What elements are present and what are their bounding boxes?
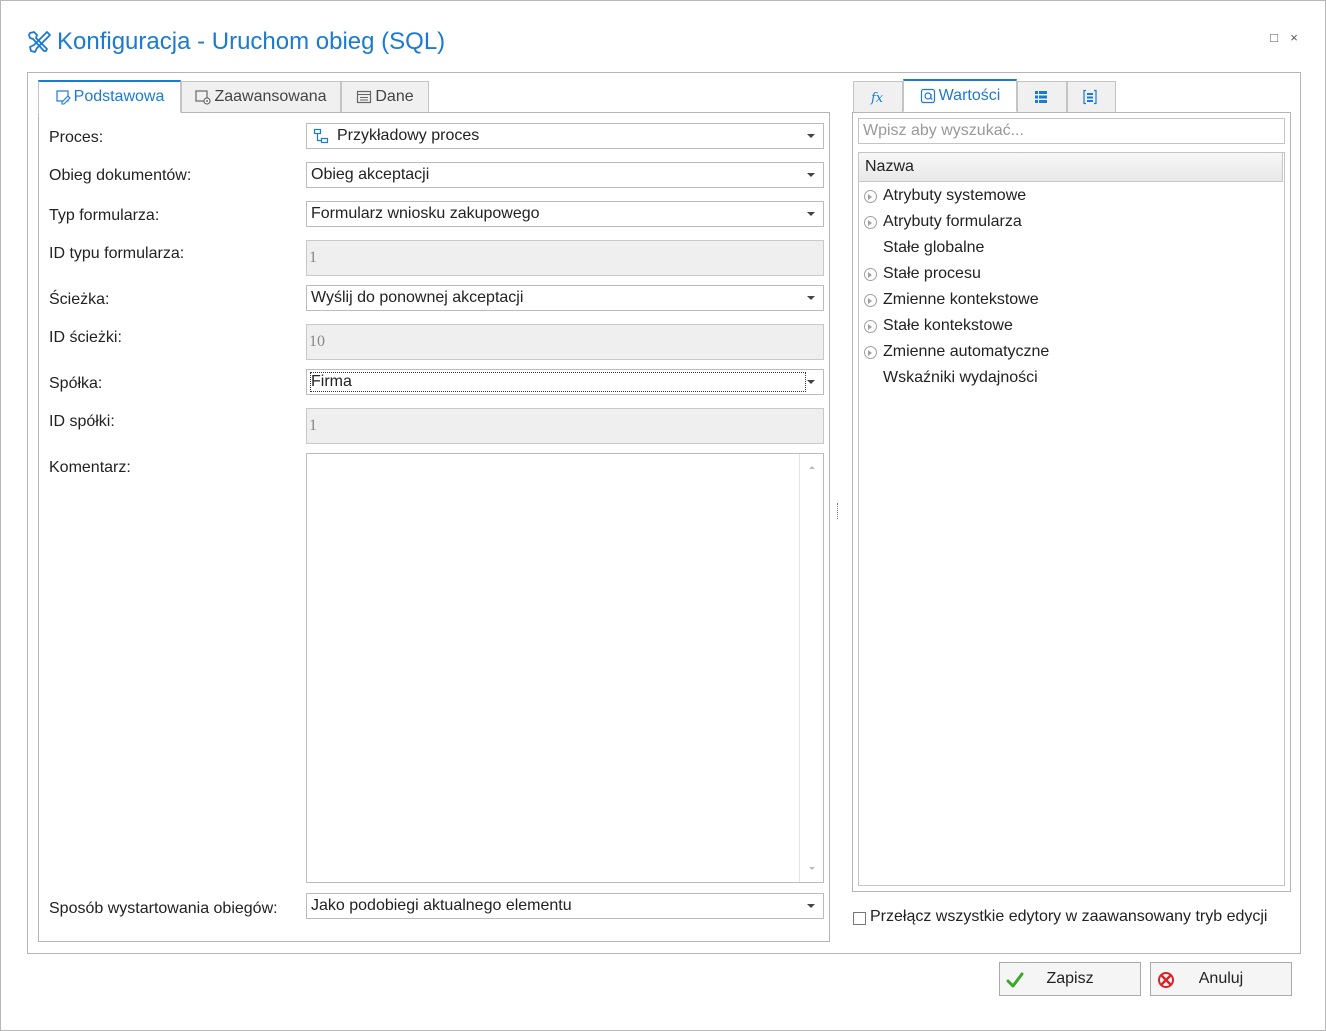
id-typu-value: 1 — [309, 249, 317, 266]
tree-item-label: Zmienne kontekstowe — [883, 291, 1039, 308]
settings-form-icon — [195, 90, 212, 105]
typ-formularza-value: Formularz wniosku zakupowego — [311, 205, 540, 222]
sciezka-select[interactable]: Wyślij do ponownej akceptacji — [306, 285, 824, 311]
advanced-mode-checkbox[interactable] — [853, 912, 866, 925]
proces-label: Proces: — [49, 129, 104, 146]
chevron-down-icon — [807, 904, 815, 908]
obieg-select[interactable]: Obieg akceptacji — [306, 162, 824, 188]
tree-item-stale-kontekstowe[interactable]: Stałe kontekstowe — [859, 314, 1013, 338]
advanced-mode-label[interactable]: Przełącz wszystkie edytory w zaawansowan… — [870, 908, 1267, 926]
panel-splitter[interactable] — [837, 503, 839, 519]
sposob-label: Sposób wystartowania obiegów: — [49, 900, 278, 917]
title-bar: Konfiguracja - Uruchom obieg (SQL) — [27, 25, 445, 59]
tools-icon — [28, 31, 51, 53]
expand-icon[interactable] — [864, 293, 877, 307]
chevron-down-icon — [807, 296, 815, 300]
cancel-icon — [1158, 972, 1174, 988]
id-typu-label: ID typu formularza: — [49, 245, 185, 262]
tree-item-label: Zmienne automatyczne — [883, 343, 1050, 360]
tree-item-label: Stałe kontekstowe — [883, 317, 1013, 334]
sciezka-label: Ścieżka: — [49, 291, 110, 308]
tab-dane[interactable]: Dane — [341, 81, 429, 113]
edit-form-icon — [56, 90, 71, 105]
spolka-value: Firma — [310, 372, 806, 392]
values-tree: Nazwa Atrybuty systemowe Atrybuty formul… — [858, 152, 1285, 886]
column-header-nazwa[interactable]: Nazwa — [859, 153, 1283, 182]
spolka-label: Spółka: — [49, 375, 103, 392]
tab-label: Podstawowa — [73, 88, 165, 105]
tree-item-stale-procesu[interactable]: Stałe procesu — [859, 262, 981, 286]
obieg-value: Obieg akceptacji — [311, 166, 430, 183]
data-table-icon — [357, 90, 372, 104]
id-spolki-value: 1 — [309, 417, 317, 434]
scrollbar[interactable] — [799, 454, 823, 882]
tab-podstawowa[interactable]: Podstawowa — [38, 80, 181, 113]
sciezka-value: Wyślij do ponownej akceptacji — [311, 289, 524, 306]
close-button[interactable]: × — [1287, 31, 1301, 45]
expand-icon[interactable] — [864, 215, 877, 229]
tree-item-atrybuty-formularza[interactable]: Atrybuty formularza — [859, 210, 1022, 234]
tree-item-stale-globalne[interactable]: Stałe globalne — [859, 236, 984, 260]
expand-icon[interactable] — [864, 319, 877, 333]
typ-formularza-select[interactable]: Formularz wniosku zakupowego — [306, 201, 824, 227]
process-icon — [313, 128, 329, 144]
expand-icon[interactable] — [864, 267, 877, 281]
scroll-up-icon[interactable] — [809, 466, 815, 469]
expand-icon[interactable] — [864, 189, 877, 203]
id-sciezki-field: 10 — [306, 324, 824, 360]
tab-functions[interactable]: fx — [853, 81, 903, 113]
proces-select[interactable]: Przykładowy proces — [306, 123, 824, 149]
tab-wartosci[interactable]: Wartości — [903, 79, 1017, 112]
proces-value: Przykładowy proces — [337, 127, 480, 144]
chevron-down-icon — [807, 173, 815, 177]
tab-label: Zaawansowana — [214, 88, 327, 105]
chevron-down-icon — [807, 134, 815, 138]
cancel-button[interactable]: Anuluj — [1150, 962, 1292, 996]
sposob-select[interactable]: Jako podobiegi aktualnego elementu — [306, 893, 824, 919]
tab-form-fields[interactable] — [1067, 81, 1116, 113]
id-sciezki-label: ID ścieżki: — [49, 329, 122, 346]
tab-label: Wartości — [938, 87, 1001, 104]
save-button[interactable]: Zapisz — [999, 962, 1141, 996]
function-icon: fx — [870, 91, 884, 105]
tree-item-wskazniki-wydajnosci[interactable]: Wskaźniki wydajności — [859, 366, 1038, 390]
maximize-button[interactable]: □ — [1267, 31, 1281, 45]
values-icon — [920, 88, 935, 104]
dialog-title: Konfiguracja - Uruchom obieg (SQL) — [57, 28, 446, 55]
spolka-select[interactable]: Firma — [306, 369, 824, 395]
tree-item-label: Stałe procesu — [883, 265, 981, 282]
tree-item-label: Stałe globalne — [883, 239, 985, 256]
tab-zaawansowana[interactable]: Zaawansowana — [181, 81, 341, 113]
tree-item-zmienne-kontekstowe[interactable]: Zmienne kontekstowe — [859, 288, 1039, 312]
id-typu-field: 1 — [306, 240, 824, 276]
komentarz-label: Komentarz: — [49, 459, 131, 476]
chevron-down-icon — [807, 380, 815, 384]
config-dialog: Konfiguracja - Uruchom obieg (SQL) □ × P… — [0, 0, 1326, 1031]
tree-item-zmienne-automatyczne[interactable]: Zmienne automatyczne — [859, 340, 1049, 364]
id-spolki-field: 1 — [306, 408, 824, 444]
tab-label: Dane — [375, 88, 414, 105]
form-fields-icon — [1083, 89, 1097, 105]
tree-item-label: Atrybuty formularza — [883, 213, 1022, 230]
sposob-value: Jako podobiegi aktualnego elementu — [311, 897, 572, 914]
id-sciezki-value: 10 — [309, 333, 325, 350]
tree-item-label: Wskaźniki wydajności — [883, 369, 1038, 386]
id-spolki-label: ID spółki: — [49, 413, 115, 430]
chevron-down-icon — [807, 212, 815, 216]
expand-icon[interactable] — [864, 345, 877, 359]
tree-item-label: Atrybuty systemowe — [883, 187, 1027, 204]
obieg-label: Obieg dokumentów: — [49, 167, 192, 184]
list-icon — [1034, 91, 1047, 103]
typ-formularza-label: Typ formularza: — [49, 207, 160, 224]
komentarz-textarea[interactable] — [306, 453, 824, 883]
svg-text:fx: fx — [870, 91, 884, 105]
values-search-input[interactable] — [858, 118, 1285, 144]
tree-item-atrybuty-systemowe[interactable]: Atrybuty systemowe — [859, 184, 1026, 208]
check-icon — [1006, 972, 1024, 988]
tab-list[interactable] — [1017, 81, 1067, 113]
scroll-down-icon[interactable] — [809, 867, 815, 870]
